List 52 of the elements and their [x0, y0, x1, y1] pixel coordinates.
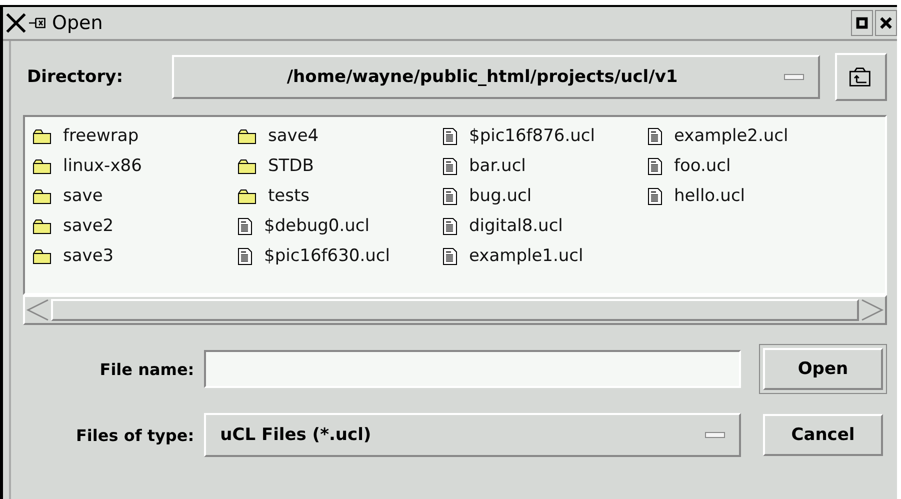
- file-list-item[interactable]: save2: [33, 211, 228, 241]
- document-icon: [648, 188, 662, 204]
- directory-label: Directory:: [26, 67, 124, 87]
- file-list-item[interactable]: hello.ucl: [648, 181, 843, 211]
- document-icon: [238, 248, 252, 264]
- folder-icon: [238, 128, 256, 144]
- file-list-item[interactable]: linux-x86: [33, 151, 228, 181]
- file-list-item[interactable]: foo.ucl: [648, 151, 843, 181]
- file-type-label: Files of type:: [74, 426, 196, 444]
- document-icon: [238, 218, 252, 234]
- file-list-item[interactable]: tests: [238, 181, 433, 211]
- maximize-icon: [856, 17, 868, 29]
- file-list-item[interactable]: example1.ucl: [443, 241, 638, 271]
- file-list-item[interactable]: STDB: [238, 151, 433, 181]
- maximize-button[interactable]: [851, 10, 873, 36]
- pin-icon[interactable]: [29, 16, 47, 30]
- directory-dropdown[interactable]: /home/wayne/public_html/projects/ucl/v1: [172, 55, 820, 99]
- file-list-item[interactable]: $pic16f876.ucl: [443, 121, 638, 151]
- folder-icon: [33, 128, 51, 144]
- document-icon: [443, 158, 457, 174]
- document-icon: [443, 248, 457, 264]
- document-icon: [443, 128, 457, 144]
- folder-icon: [33, 188, 51, 204]
- close-icon: [880, 17, 892, 29]
- file-list-item[interactable]: save: [33, 181, 228, 211]
- document-icon: [443, 218, 457, 234]
- file-list-item[interactable]: freewrap: [33, 121, 228, 151]
- cancel-button[interactable]: Cancel: [763, 414, 883, 456]
- file-name-field[interactable]: [204, 350, 741, 388]
- file-list-item[interactable]: $debug0.ucl: [238, 211, 433, 241]
- file-list-item[interactable]: save4: [238, 121, 433, 151]
- folder-icon: [33, 248, 51, 264]
- close-button[interactable]: [875, 10, 897, 36]
- parent-folder-button[interactable]: [835, 53, 887, 101]
- folder-icon: [33, 218, 51, 234]
- file-name-label: File name:: [98, 360, 196, 378]
- file-list-item[interactable]: example2.ucl: [648, 121, 843, 151]
- file-list-item[interactable]: save3: [33, 241, 228, 271]
- file-list-item[interactable]: digital8.ucl: [443, 211, 638, 241]
- folder-icon: [33, 158, 51, 174]
- file-list-item[interactable]: bar.ucl: [443, 151, 638, 181]
- file-list-item[interactable]: $pic16f630.ucl: [238, 241, 433, 271]
- document-icon: [648, 158, 662, 174]
- window-title: Open: [52, 12, 103, 34]
- open-button[interactable]: Open: [763, 348, 883, 390]
- document-icon: [443, 188, 457, 204]
- folder-icon: [238, 188, 256, 204]
- document-icon: [648, 128, 662, 144]
- file-type-dropdown[interactable]: uCL Files (*.ucl): [204, 413, 741, 457]
- folder-icon: [238, 158, 256, 174]
- x-logo-icon: [5, 12, 27, 34]
- file-list-item[interactable]: bug.ucl: [443, 181, 638, 211]
